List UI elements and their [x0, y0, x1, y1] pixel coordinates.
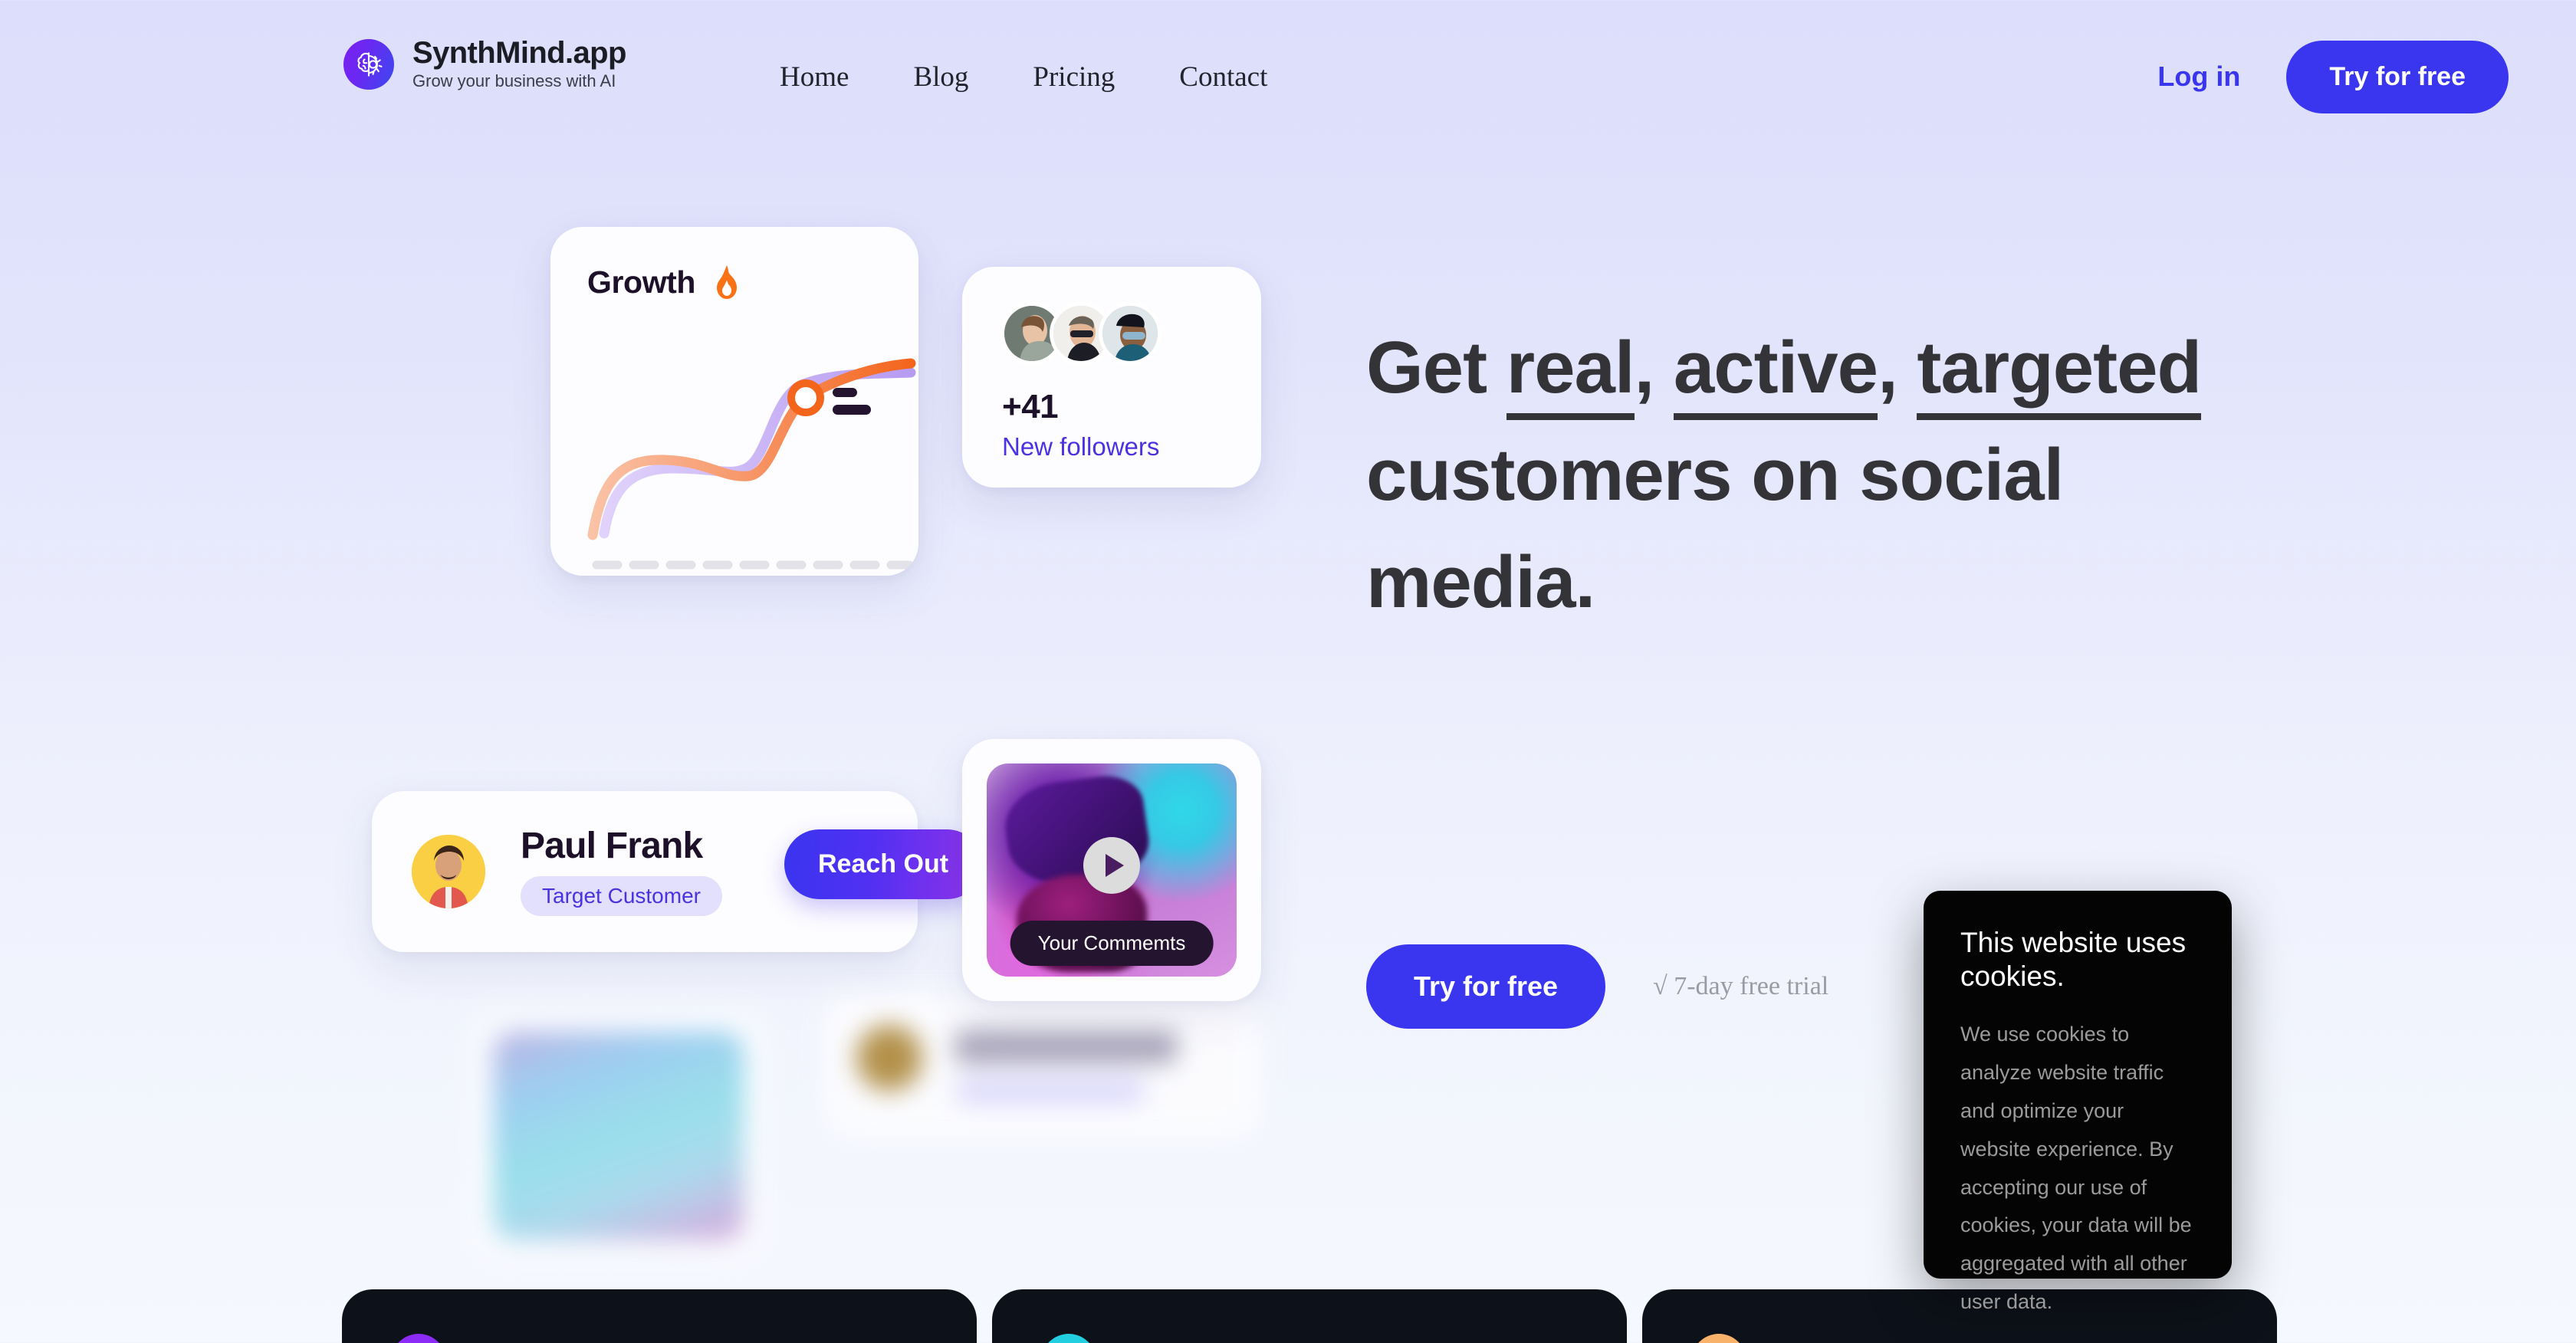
growth-card: Growth: [550, 227, 918, 576]
nav-item-blog[interactable]: Blog: [881, 61, 1001, 94]
stat-card: 100%: [992, 1289, 1627, 1343]
ghost-avatar: [856, 1025, 922, 1091]
ghost-video-card: [469, 1010, 768, 1263]
ghost-profile-card: [824, 993, 1261, 1138]
ghost-video-thumb: [494, 1032, 744, 1240]
growth-card-title: Growth: [587, 264, 696, 300]
hero-collage: Growth +41 New followers Paul Frank Targ…: [0, 192, 1303, 1263]
headline-part-underlined: real: [1506, 327, 1635, 420]
login-link[interactable]: Log in: [2157, 61, 2240, 93]
followers-label: New followers: [1002, 432, 1160, 461]
cookie-consent-banner: This website uses cookies. We use cookie…: [1924, 891, 2232, 1313]
stat-dot-icon: [1041, 1334, 1096, 1343]
avatar: [1099, 302, 1162, 365]
brain-gear-icon: [343, 39, 394, 90]
comments-badge: Your Commemts: [1010, 921, 1214, 966]
nav-item-home[interactable]: Home: [748, 61, 881, 94]
headline-part-underlined: active: [1673, 327, 1878, 420]
hero-cta-row: Try for free √ 7-day free trial: [1366, 944, 1829, 1029]
headline-part-underlined: targeted: [1917, 327, 2202, 420]
growth-chart: [587, 358, 916, 570]
trial-note: √ 7-day free trial: [1653, 972, 1829, 1000]
nav-item-pricing[interactable]: Pricing: [1001, 61, 1147, 94]
ghost-badge-line: [955, 1077, 1146, 1105]
profile-name: Paul Frank: [521, 825, 703, 866]
avatar: [412, 835, 485, 908]
your-comments-card: Your Commemts: [962, 739, 1261, 1001]
stat-dot-icon: [391, 1334, 446, 1343]
brand-logo[interactable]: SynthMind.app Grow your business with AI: [343, 37, 626, 93]
stat-value: 500: [472, 1335, 550, 1343]
profile-info: Paul Frank Target Customer: [521, 825, 722, 917]
growth-card-header: Growth: [550, 227, 918, 300]
stat-value: 100%: [1122, 1335, 1242, 1343]
headline-part: Get: [1366, 327, 1506, 409]
followers-count: +41: [1002, 388, 1059, 425]
cookie-banner-title: This website uses cookies.: [1960, 927, 2187, 993]
flame-icon: [711, 264, 743, 300]
follower-avatars: [962, 267, 1261, 365]
main-nav: Home Blog Pricing Contact: [748, 0, 1300, 153]
nav-item-contact[interactable]: Contact: [1147, 61, 1300, 94]
brand-name: SynthMind.app: [412, 36, 626, 70]
stat-card: 500: [342, 1289, 977, 1343]
try-for-free-button-hero[interactable]: Try for free: [1366, 944, 1606, 1029]
stat-dot-icon: [1691, 1334, 1746, 1343]
video-thumbnail[interactable]: Your Commemts: [987, 763, 1237, 977]
headline-part: ,: [1878, 327, 1917, 409]
page-title: Get real, active, targeted customers on …: [1366, 314, 2286, 636]
stat-value: 24/7: [1773, 1335, 1863, 1343]
status-badge: Target Customer: [521, 876, 722, 917]
header-actions: Log in Try for free: [2157, 0, 2509, 153]
cookie-banner-body: We use cookies to analyze website traffi…: [1960, 1022, 2192, 1314]
new-followers-card: +41 New followers: [962, 267, 1261, 488]
brand-tagline: Grow your business with AI: [412, 71, 616, 90]
site-header: SynthMind.app Grow your business with AI…: [0, 0, 2576, 153]
try-for-free-button-header[interactable]: Try for free: [2286, 40, 2509, 113]
hero-text-block: Get real, active, targeted customers on …: [1366, 314, 2286, 636]
play-icon[interactable]: [1083, 837, 1140, 895]
reach-out-button[interactable]: Reach Out: [784, 829, 983, 899]
ghost-name-line: [955, 1031, 1177, 1063]
headline-part: customers on social media.: [1366, 434, 2064, 624]
headline-part: ,: [1634, 327, 1674, 409]
